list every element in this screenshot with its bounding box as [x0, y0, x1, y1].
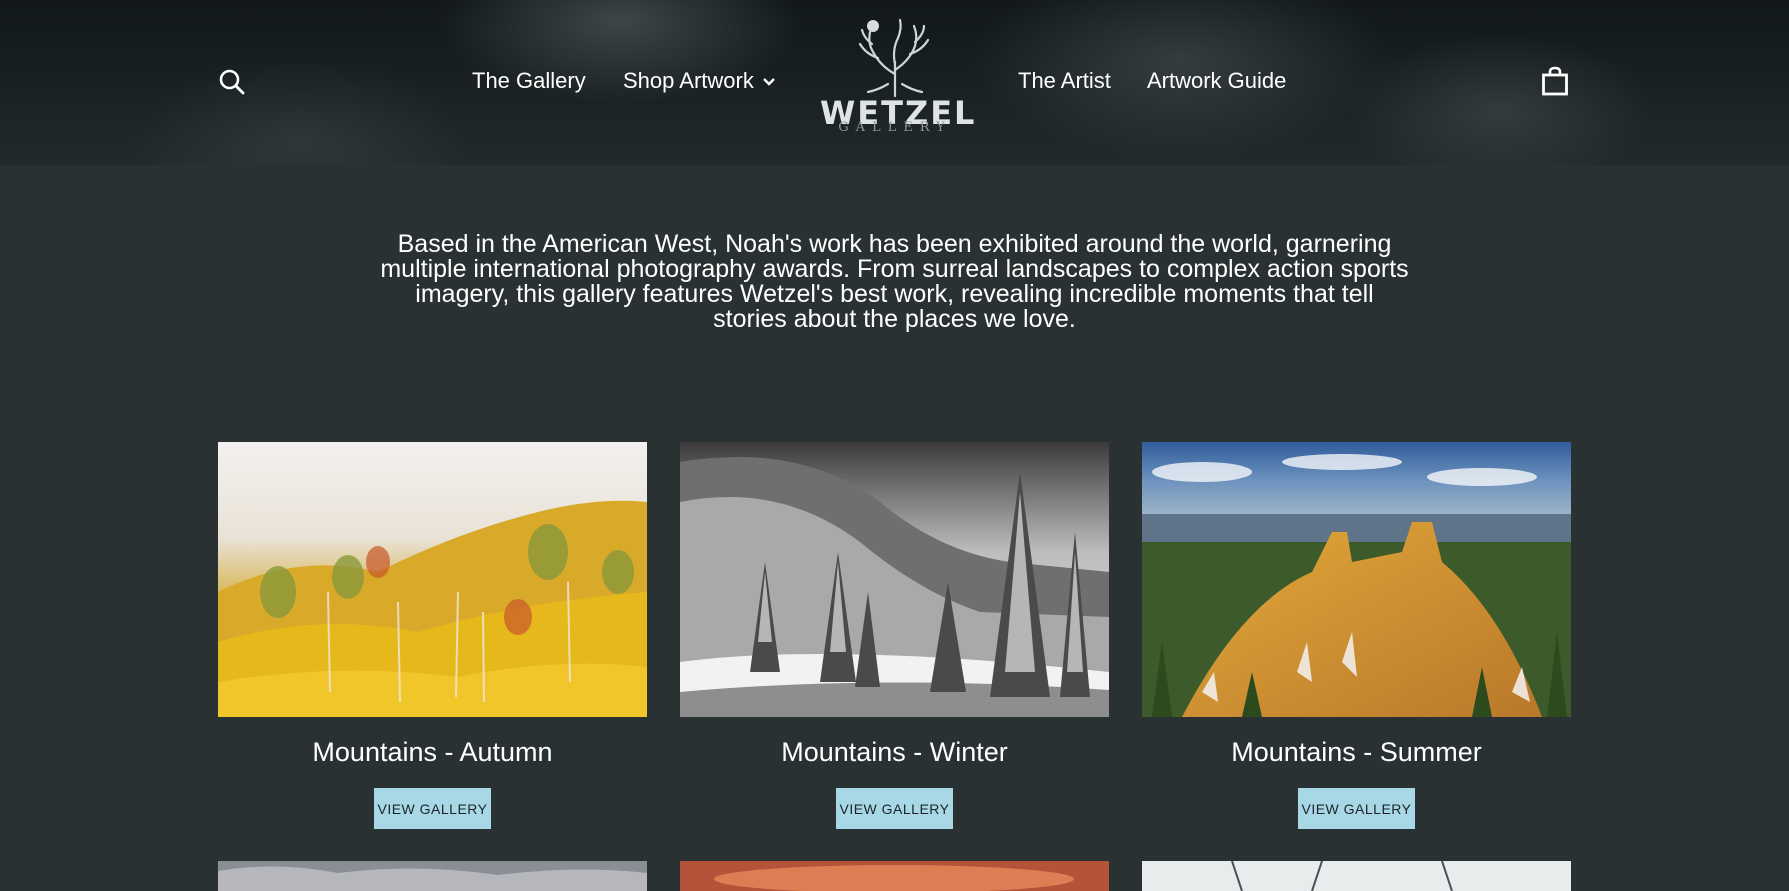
nav-link-shop-artwork[interactable]: Shop Artwork: [623, 68, 776, 94]
autumn-aspens-image[interactable]: [218, 442, 647, 717]
gallery-card-partial-image[interactable]: [1142, 861, 1571, 891]
nav-link-the-artist[interactable]: The Artist: [1018, 68, 1111, 94]
view-gallery-button[interactable]: VIEW GALLERY: [1298, 788, 1415, 829]
gallery-card-winter: Mountains - Winter VIEW GALLERY: [680, 442, 1109, 829]
gallery-title: Mountains - Autumn: [312, 737, 553, 767]
search-button[interactable]: [218, 68, 246, 96]
summer-mountain-image[interactable]: [1142, 442, 1571, 717]
wetzel-gallery-logo[interactable]: WETZEL GALLERY: [820, 14, 974, 138]
view-gallery-button[interactable]: VIEW GALLERY: [374, 788, 491, 829]
gallery-card-summer: Mountains - Summer VIEW GALLERY: [1142, 442, 1571, 829]
site-header: The Gallery Shop Artwork WETZEL GALLERY: [0, 0, 1789, 165]
search-icon: [219, 69, 245, 95]
nav-link-the-gallery[interactable]: The Gallery: [472, 68, 586, 94]
winter-snow-trees-image[interactable]: [680, 442, 1109, 717]
cart-icon: [1542, 66, 1568, 96]
gallery-card-autumn: Mountains - Autumn VIEW GALLERY: [218, 442, 647, 829]
chevron-down-icon: [762, 78, 775, 86]
gallery-title: Mountains - Summer: [1231, 737, 1482, 767]
gallery-card-partial-image[interactable]: [218, 861, 647, 891]
cart-button[interactable]: [1541, 66, 1569, 96]
gallery-intro-text: Based in the American West, Noah's work …: [380, 230, 1409, 333]
tree-logo-icon: [858, 18, 930, 98]
gallery-card-partial-image[interactable]: [680, 861, 1109, 891]
view-gallery-button[interactable]: VIEW GALLERY: [836, 788, 953, 829]
nav-link-label: Shop Artwork: [623, 68, 754, 93]
gallery-title: Mountains - Winter: [781, 737, 1008, 767]
logo-subtitle: GALLERY: [838, 120, 952, 135]
nav-link-artwork-guide[interactable]: Artwork Guide: [1147, 68, 1286, 94]
